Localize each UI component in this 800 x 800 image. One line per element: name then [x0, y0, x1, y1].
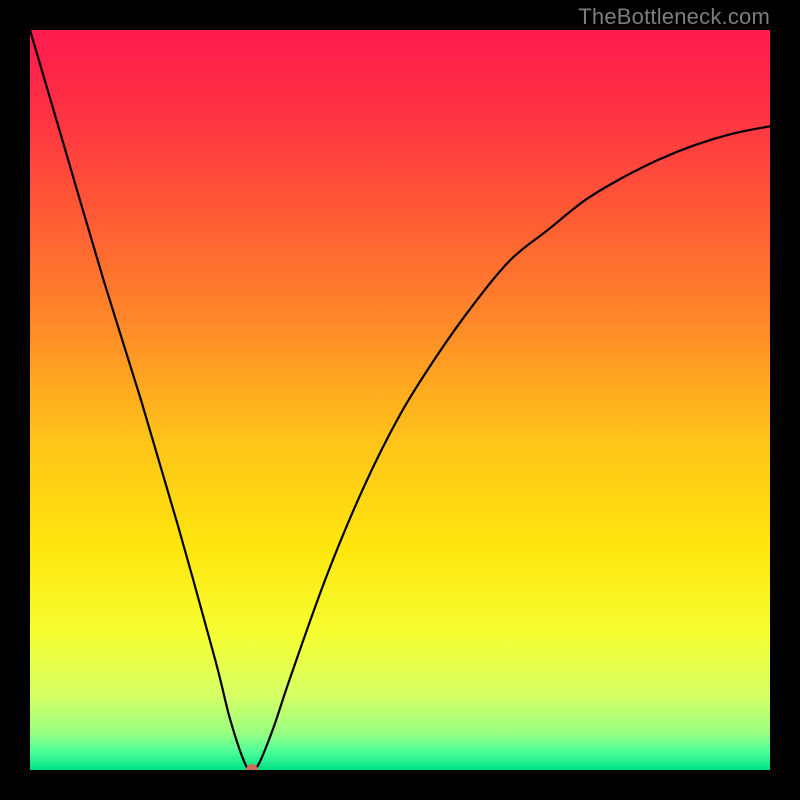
- chart-plot-area: [30, 30, 770, 770]
- watermark-label: TheBottleneck.com: [578, 4, 770, 30]
- bottleneck-curve: [30, 30, 770, 770]
